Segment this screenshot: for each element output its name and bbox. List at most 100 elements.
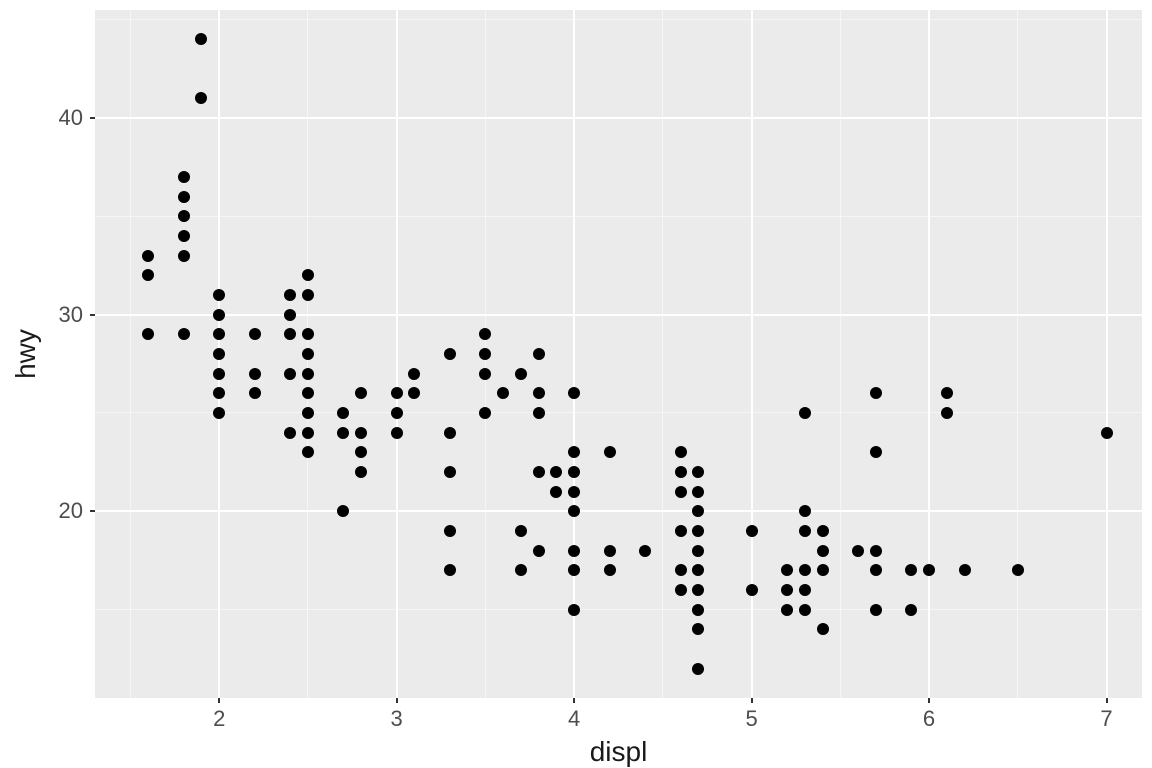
- y-tick-label: 20: [59, 500, 83, 522]
- data-point: [692, 545, 704, 557]
- data-point: [355, 427, 367, 439]
- y-tick: [90, 117, 95, 119]
- data-point: [391, 407, 403, 419]
- data-point: [870, 545, 882, 557]
- data-point: [444, 427, 456, 439]
- x-tick: [218, 698, 220, 703]
- data-point: [817, 623, 829, 635]
- data-point: [746, 584, 758, 596]
- data-point: [675, 564, 687, 576]
- data-point: [692, 486, 704, 498]
- x-tick-label: 2: [213, 708, 225, 730]
- data-point: [817, 525, 829, 537]
- data-point: [746, 525, 758, 537]
- y-tick: [90, 510, 95, 512]
- plot-panel: [95, 10, 1142, 698]
- grid-minor-h: [95, 412, 1142, 413]
- x-tick: [751, 698, 753, 703]
- y-axis-title: hwy: [10, 329, 42, 379]
- data-point: [178, 191, 190, 203]
- data-point: [817, 564, 829, 576]
- data-point: [444, 525, 456, 537]
- grid-major-h: [95, 510, 1142, 512]
- data-point: [604, 545, 616, 557]
- data-point: [444, 466, 456, 478]
- data-point: [799, 604, 811, 616]
- data-point: [302, 407, 314, 419]
- grid-major-h: [95, 314, 1142, 316]
- x-tick-label: 5: [745, 708, 757, 730]
- data-point: [870, 604, 882, 616]
- data-point: [550, 486, 562, 498]
- data-point: [515, 368, 527, 380]
- data-point: [284, 427, 296, 439]
- data-point: [799, 525, 811, 537]
- data-point: [178, 171, 190, 183]
- data-point: [568, 486, 580, 498]
- data-point: [905, 604, 917, 616]
- grid-minor-h: [95, 216, 1142, 217]
- grid-major-v: [573, 10, 575, 698]
- grid-minor-h: [95, 609, 1142, 610]
- data-point: [178, 230, 190, 242]
- data-point: [479, 368, 491, 380]
- data-point: [870, 564, 882, 576]
- data-point: [302, 289, 314, 301]
- data-point: [533, 387, 545, 399]
- x-tick: [928, 698, 930, 703]
- x-axis-title: displ: [590, 736, 648, 768]
- data-point: [799, 505, 811, 517]
- grid-major-v: [396, 10, 398, 698]
- x-tick: [1106, 698, 1108, 703]
- data-point: [799, 584, 811, 596]
- data-point: [444, 348, 456, 360]
- data-point: [675, 466, 687, 478]
- data-point: [533, 545, 545, 557]
- x-tick-label: 7: [1100, 708, 1112, 730]
- scatter-chart: 234567203040 displ hwy: [0, 0, 1152, 768]
- grid-minor-v: [1017, 10, 1018, 698]
- grid-minor-v: [130, 10, 131, 698]
- data-point: [533, 348, 545, 360]
- data-point: [284, 309, 296, 321]
- x-tick-label: 3: [391, 708, 403, 730]
- data-point: [533, 466, 545, 478]
- data-point: [1012, 564, 1024, 576]
- data-point: [249, 387, 261, 399]
- data-point: [1101, 427, 1113, 439]
- data-point: [284, 368, 296, 380]
- data-point: [568, 604, 580, 616]
- x-tick-label: 6: [923, 708, 935, 730]
- x-tick: [396, 698, 398, 703]
- data-point: [568, 545, 580, 557]
- data-point: [391, 387, 403, 399]
- data-point: [959, 564, 971, 576]
- data-point: [249, 328, 261, 340]
- data-point: [817, 545, 829, 557]
- data-point: [852, 545, 864, 557]
- data-point: [604, 564, 616, 576]
- grid-minor-v: [662, 10, 663, 698]
- data-point: [302, 348, 314, 360]
- grid-minor-h: [95, 19, 1142, 20]
- data-point: [781, 604, 793, 616]
- data-point: [533, 407, 545, 419]
- data-point: [302, 427, 314, 439]
- data-point: [213, 309, 225, 321]
- data-point: [302, 368, 314, 380]
- x-tick: [573, 698, 575, 703]
- data-point: [781, 584, 793, 596]
- y-tick-label: 40: [59, 107, 83, 129]
- data-point: [799, 564, 811, 576]
- grid-major-h: [95, 117, 1142, 119]
- data-point: [568, 466, 580, 478]
- y-tick-label: 30: [59, 304, 83, 326]
- data-point: [675, 525, 687, 537]
- data-point: [799, 407, 811, 419]
- data-point: [870, 446, 882, 458]
- data-point: [604, 446, 616, 458]
- y-tick: [90, 314, 95, 316]
- grid-minor-v: [840, 10, 841, 698]
- grid-major-v: [928, 10, 930, 698]
- data-point: [675, 446, 687, 458]
